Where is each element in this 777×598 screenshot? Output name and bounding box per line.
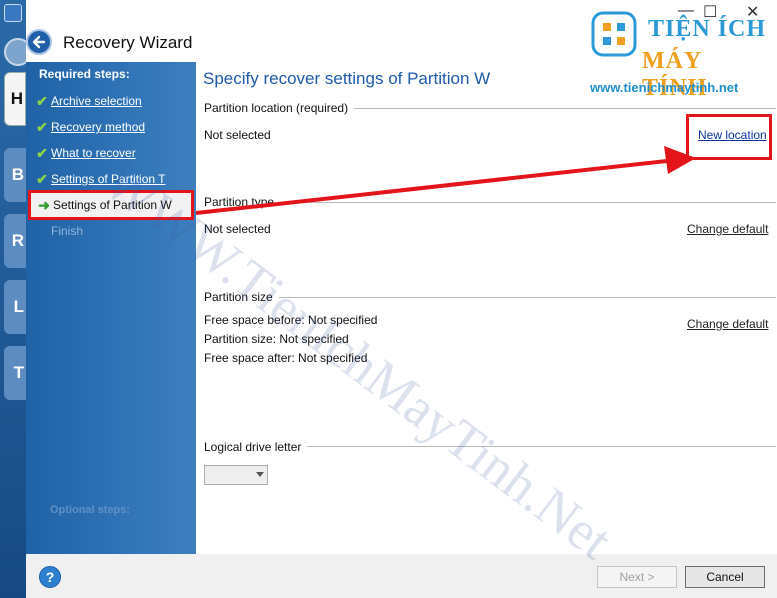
logo-mark-icon	[591, 11, 637, 57]
site-logo: TIỆN ÍCH MÁY TÍNH www.tienichmaytinh.net	[590, 6, 772, 101]
